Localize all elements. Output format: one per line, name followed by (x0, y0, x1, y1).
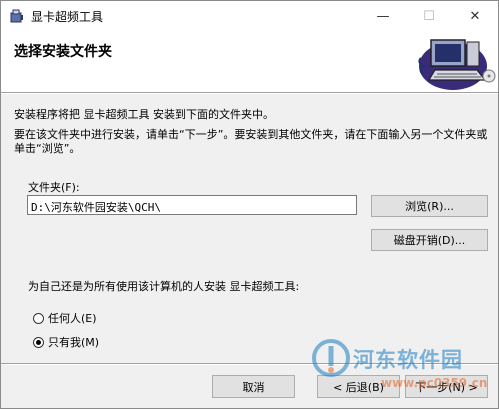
radio-button-checked[interactable] (33, 336, 44, 348)
cancel-button[interactable]: 取消 (212, 375, 295, 398)
radio-everyone[interactable]: 任何人(E) (33, 310, 97, 326)
minimize-icon: — (376, 8, 390, 24)
wizard-header: 选择安装文件夹 (1, 31, 498, 92)
installer-app-icon (10, 9, 23, 23)
folder-path-input[interactable]: D:\河东软件园安装\QCH\ (27, 195, 357, 215)
page-title: 选择安装文件夹 (14, 44, 112, 60)
radio-button[interactable] (33, 312, 44, 324)
folder-label: 文件夹(F): (28, 181, 80, 194)
back-button[interactable]: < 后退(B) (317, 375, 400, 398)
radio-label: 任何人(E) (48, 312, 97, 325)
footer-divider-highlight (1, 364, 498, 365)
disk-cost-button[interactable]: 磁盘开销(D)... (371, 229, 488, 251)
window-title: 显卡超频工具 (31, 10, 104, 24)
watermark-logo-icon (312, 339, 350, 377)
computer-setup-icon (418, 39, 496, 90)
title-bar[interactable]: 显卡超频工具 — ☐ ✕ (1, 1, 498, 31)
browse-button[interactable]: 浏览(R)... (371, 195, 488, 217)
close-icon: ✕ (469, 8, 481, 24)
maximize-icon: ☐ (423, 8, 435, 24)
maximize-button[interactable]: ☐ (406, 1, 452, 31)
install-for-label: 为自己还是为所有使用该计算机的人安装 显卡超频工具: (28, 280, 300, 293)
minimize-button[interactable]: — (360, 1, 406, 31)
installer-window: 显卡超频工具 — ☐ ✕ 选择安装文件夹 安装程序将把 显卡超频工具 安装到下面… (0, 0, 499, 409)
close-button[interactable]: ✕ (452, 1, 498, 31)
description-text: 安装程序将把 显卡超频工具 安装到下面的文件夹中。 (14, 108, 274, 121)
instruction-text: 要在该文件夹中进行安装，请单击“下一步”。要安装到其他文件夹，请在下面输入另一个… (14, 128, 488, 155)
watermark-text: 河东软件园 (353, 348, 463, 372)
header-divider-highlight (1, 93, 498, 94)
radio-just-me[interactable]: 只有我(M) (33, 334, 99, 350)
next-button[interactable]: 下一步(N) > (405, 375, 488, 398)
radio-label: 只有我(M) (48, 336, 100, 349)
